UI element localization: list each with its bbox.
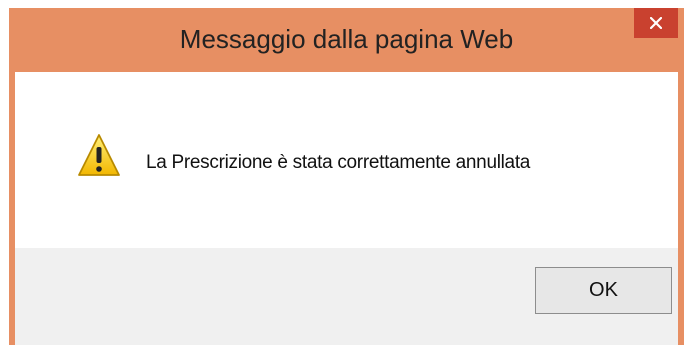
- dialog-window: Messaggio dalla pagina Web La Prescrizio…: [9, 8, 684, 345]
- dialog-title: Messaggio dalla pagina Web: [179, 24, 514, 54]
- ok-button[interactable]: OK: [535, 267, 672, 314]
- title-bar[interactable]: Messaggio dalla pagina Web: [9, 8, 684, 72]
- dialog-body: La Prescrizione è stata correttamente an…: [15, 72, 678, 345]
- button-area: OK: [15, 248, 678, 345]
- close-button[interactable]: [634, 8, 678, 38]
- close-icon: [650, 17, 662, 29]
- message-text: La Prescrizione è stata correttamente an…: [146, 152, 531, 173]
- message-area: La Prescrizione è stata correttamente an…: [15, 72, 678, 248]
- warning-icon: [78, 134, 120, 176]
